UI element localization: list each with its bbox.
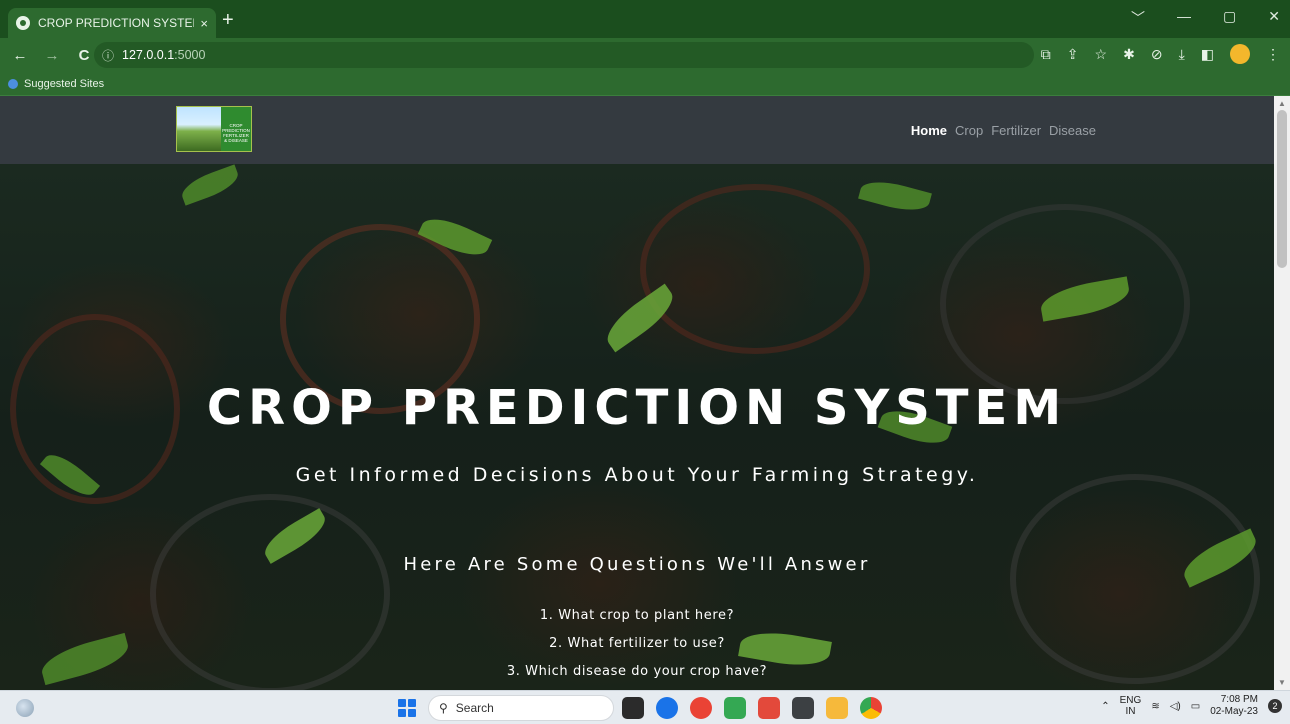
app-icon[interactable]	[724, 697, 746, 719]
maximize-icon[interactable]: ▢	[1223, 8, 1236, 28]
folder-icon[interactable]	[826, 697, 848, 719]
reload-icon[interactable]: C	[72, 47, 96, 64]
back-icon[interactable]: ←	[8, 47, 32, 64]
browser-tab[interactable]: CROP PREDICTION SYSTEM - Ho ×	[8, 8, 216, 38]
clock-time: 7:08 PM	[1220, 694, 1258, 705]
browser-toolbar: ← → C ⓘ 127.0.0.1:5000 ⧉ ⇪ ☆ ✱ ⊘ ⤓ ◧ ⋮	[0, 38, 1290, 72]
scrollbar-thumb[interactable]	[1277, 110, 1287, 268]
toolbar-actions: ⧉ ⇪ ☆ ✱ ⊘ ⤓ ◧ ⋮	[1041, 44, 1280, 64]
tab-search-icon[interactable]: ﹀	[1131, 8, 1145, 28]
terminal-icon[interactable]	[792, 697, 814, 719]
hero-section: CROP PREDICTION SYSTEM Get Informed Deci…	[0, 164, 1274, 690]
language-indicator[interactable]: ENG IN	[1120, 695, 1142, 717]
lang-code: ENG	[1119, 695, 1142, 706]
scroll-up-icon[interactable]: ▲	[1278, 99, 1286, 108]
menu-icon[interactable]: ⋮	[1266, 46, 1280, 63]
question-item: 2. What fertilizer to use?	[549, 636, 725, 651]
translate-icon[interactable]: ⧉	[1041, 46, 1051, 63]
history-icon[interactable]: ⊘	[1151, 46, 1163, 63]
hero-subtitle: Get Informed Decisions About Your Farmin…	[295, 464, 979, 486]
questions-list: 1. What crop to plant here? 2. What fert…	[0, 602, 1274, 686]
forward-icon[interactable]: →	[40, 47, 64, 64]
lang-region: IN	[1125, 706, 1136, 717]
nav-home[interactable]: Home	[911, 123, 947, 138]
taskbar-search[interactable]: ⚲ Search	[428, 695, 614, 721]
url-host: 127.0.0.1	[122, 48, 175, 62]
url-port: :5000	[174, 48, 206, 62]
new-tab-button[interactable]: +	[222, 10, 234, 30]
nav-disease[interactable]: Disease	[1049, 123, 1096, 138]
logo-text: CROP PREDICTION FERTILIZER & DISEASE	[222, 123, 250, 143]
taskbar: ⚲ Search ⌃ ENG IN ≋ ◁) ▭ 7:08 PM 02-May-…	[0, 690, 1290, 724]
bookmark-suggested-sites[interactable]: Suggested Sites	[24, 78, 104, 90]
search-icon: ⚲	[439, 701, 448, 715]
page-scrollbar[interactable]: ▲ ▼	[1274, 96, 1290, 690]
address-bar[interactable]: ⓘ 127.0.0.1:5000	[94, 42, 1034, 68]
questions-heading: Here Are Some Questions We'll Answer	[403, 554, 871, 575]
taskbar-apps	[622, 697, 882, 719]
site-logo[interactable]: CROP PREDICTION FERTILIZER & DISEASE	[176, 106, 252, 152]
wifi-icon[interactable]: ≋	[1151, 701, 1159, 712]
minimize-icon[interactable]: —	[1177, 8, 1191, 28]
page-viewport: CROP PREDICTION FERTILIZER & DISEASE Hom…	[0, 96, 1274, 690]
chevron-up-icon[interactable]: ⌃	[1101, 701, 1109, 712]
extensions-icon[interactable]: ✱	[1123, 46, 1135, 63]
edge-icon[interactable]	[656, 697, 678, 719]
site-navbar: CROP PREDICTION FERTILIZER & DISEASE Hom…	[0, 96, 1274, 164]
tab-title: CROP PREDICTION SYSTEM - Ho	[38, 16, 194, 30]
question-item: 3. Which disease do your crop have?	[506, 664, 768, 679]
bookmarks-bar: Suggested Sites	[0, 72, 1290, 96]
scroll-down-icon[interactable]: ▼	[1278, 678, 1286, 687]
window-controls: ﹀ — ▢ ✕	[1131, 8, 1280, 28]
globe-icon	[16, 16, 30, 30]
profile-icon[interactable]	[1230, 44, 1250, 64]
chrome-icon[interactable]	[860, 697, 882, 719]
system-tray: ⌃ ENG IN ≋ ◁) ▭ 7:08 PM 02-May-23 2	[1101, 694, 1282, 718]
start-icon[interactable]	[398, 699, 416, 717]
clock-date: 02-May-23	[1210, 706, 1258, 717]
widgets-icon[interactable]	[16, 699, 34, 717]
close-window-icon[interactable]: ✕	[1268, 8, 1280, 28]
nav-fertilizer[interactable]: Fertilizer	[991, 123, 1041, 138]
search-placeholder: Search	[455, 701, 494, 715]
volume-icon[interactable]: ◁)	[1170, 701, 1181, 712]
nav-crop[interactable]: Crop	[955, 123, 983, 138]
question-item: 1. What crop to plant here?	[539, 608, 735, 623]
site-menu: Home Crop Fertilizer Disease	[911, 123, 1096, 138]
hero-title: CROP PREDICTION SYSTEM	[206, 380, 1068, 436]
tab-strip: CROP PREDICTION SYSTEM - Ho × + ﹀ — ▢ ✕	[0, 0, 1290, 38]
hero-content: CROP PREDICTION SYSTEM Get Informed Deci…	[0, 164, 1274, 690]
share-icon[interactable]: ⇪	[1067, 46, 1079, 63]
file-explorer-icon[interactable]	[622, 697, 644, 719]
download-icon[interactable]: ⤓	[1179, 46, 1185, 63]
star-icon[interactable]: ☆	[1095, 46, 1108, 63]
bookmark-icon	[8, 78, 18, 89]
sidepanel-icon[interactable]: ◧	[1201, 46, 1214, 63]
close-tab-icon[interactable]: ×	[200, 16, 208, 31]
notification-badge[interactable]: 2	[1268, 699, 1282, 713]
brave-icon[interactable]	[758, 697, 780, 719]
opera-icon[interactable]	[690, 697, 712, 719]
battery-icon[interactable]: ▭	[1191, 701, 1200, 712]
clock[interactable]: 7:08 PM 02-May-23	[1210, 694, 1258, 718]
site-info-icon[interactable]: ⓘ	[102, 47, 114, 64]
